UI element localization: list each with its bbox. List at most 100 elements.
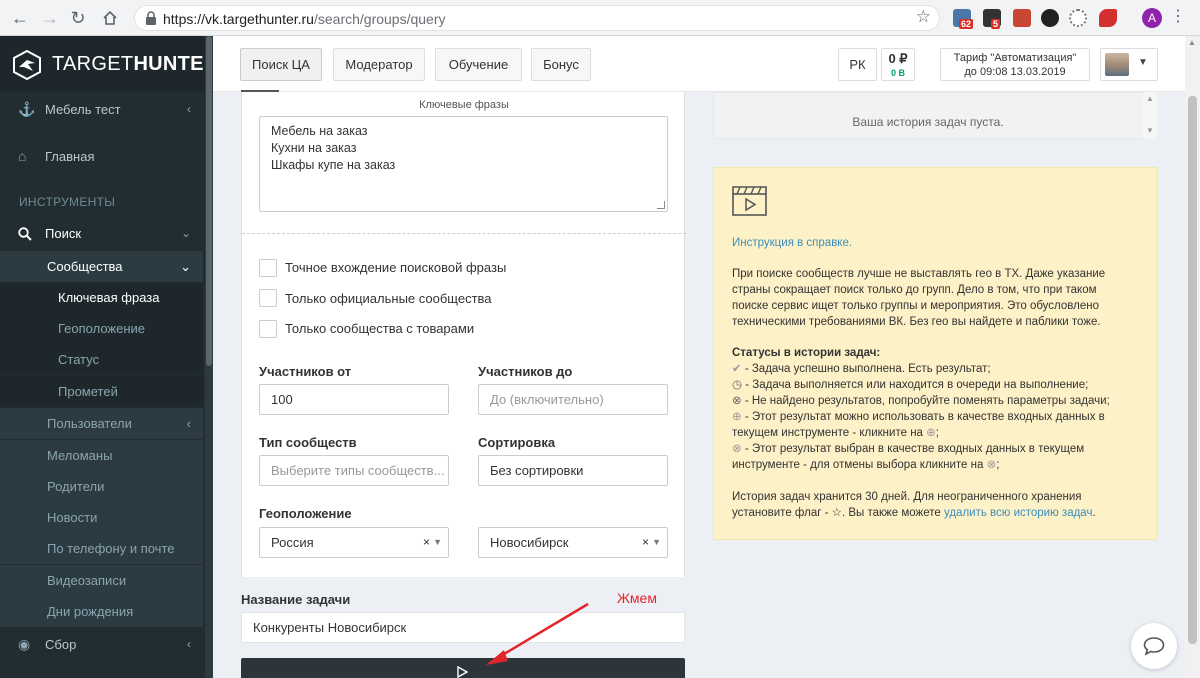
sidebar-subitem-keyword[interactable]: Ключевая фраза bbox=[0, 282, 203, 313]
video-clapper-icon bbox=[732, 186, 767, 216]
tab-bonus[interactable]: Бонус bbox=[531, 48, 591, 81]
reload-icon[interactable]: ↻ bbox=[66, 6, 90, 30]
history-empty-text: Ваша история задач пуста. bbox=[852, 115, 1004, 129]
resize-handle[interactable] bbox=[657, 201, 665, 209]
status-list: ✔ - Задача успешно выполнена. Есть резул… bbox=[732, 363, 1110, 471]
sidebar-subitem-status[interactable]: Статус bbox=[0, 344, 203, 375]
sidebar-item-collect[interactable]: ◉ Сбор ‹ bbox=[0, 629, 203, 660]
community-type-select[interactable]: Выберите типы сообществ... bbox=[259, 455, 449, 486]
chevron-left-icon: ‹ bbox=[186, 416, 191, 431]
clear-icon[interactable]: × bbox=[642, 528, 649, 557]
download-extension-icon[interactable] bbox=[1041, 9, 1059, 27]
members-to-input[interactable]: До (включительно) bbox=[478, 384, 668, 415]
official-only-label[interactable]: Только официальные сообщества bbox=[285, 291, 492, 306]
search-form: Ключевые фразы Мебель на заказ Кухни на … bbox=[241, 92, 686, 577]
sidebar-item-phone-email[interactable]: По телефону и почте bbox=[0, 533, 203, 564]
logo-icon bbox=[13, 50, 41, 80]
home-icon: ⌂ bbox=[18, 148, 27, 164]
members-to-label: Участников до bbox=[478, 364, 573, 379]
url-text: https://vk.targethunter.ru/search/groups… bbox=[163, 11, 446, 27]
rk-button[interactable]: РК bbox=[838, 48, 877, 81]
plus-circle-icon: ⊕ bbox=[732, 411, 742, 423]
members-from-label: Участников от bbox=[259, 364, 352, 379]
caret-down-icon: ▼ bbox=[1138, 57, 1148, 68]
home-icon[interactable] bbox=[98, 6, 122, 30]
anchor-icon: ⚓ bbox=[18, 101, 36, 117]
exact-match-label[interactable]: Точное вхождение поисковой фразы bbox=[285, 260, 506, 275]
chevron-down-icon: ⌄ bbox=[180, 226, 191, 240]
x-circle-icon: ⊗ bbox=[732, 443, 742, 455]
address-bar[interactable]: https://vk.targethunter.ru/search/groups… bbox=[134, 5, 940, 31]
balance-widget[interactable]: 0 ₽ 0 В bbox=[881, 48, 915, 81]
tariff-info[interactable]: Тариф "Автоматизация" до 09:08 13.03.201… bbox=[940, 48, 1090, 81]
star-icon[interactable]: ☆ bbox=[832, 507, 842, 519]
help-link[interactable]: Инструкция в справке. bbox=[732, 237, 852, 249]
statuses-title: Статусы в истории задач: bbox=[732, 347, 881, 359]
info-box: Инструкция в справке. При поиске сообщес… bbox=[713, 167, 1157, 540]
bookmark-star-icon[interactable]: ☆ bbox=[916, 7, 931, 27]
city-select[interactable]: Новосибирск × ▼ bbox=[478, 527, 668, 558]
browser-toolbar: ← → ↻ https://vk.targethunter.ru/search/… bbox=[0, 0, 1200, 36]
sort-select[interactable]: Без сортировки bbox=[478, 455, 668, 486]
user-avatar bbox=[1105, 53, 1129, 76]
run-task-button[interactable] bbox=[241, 658, 685, 678]
official-only-checkbox[interactable] bbox=[259, 289, 277, 307]
sidebar-item-music-lovers[interactable]: Меломаны bbox=[0, 440, 203, 471]
divider bbox=[242, 233, 686, 234]
back-arrow-icon[interactable]: ← bbox=[8, 6, 32, 30]
sidebar-item-project[interactable]: ⚓ Мебель тест ‹ bbox=[0, 94, 203, 125]
geo-tip-text: При поиске сообществ лучше не выставлять… bbox=[732, 268, 1106, 328]
with-goods-checkbox[interactable] bbox=[259, 320, 277, 338]
sidebar-item-news[interactable]: Новости bbox=[0, 502, 203, 533]
sidebar-section-header: ИНСТРУМЕНТЫ bbox=[19, 195, 116, 209]
forward-arrow-icon[interactable]: → bbox=[38, 6, 62, 30]
sidebar-item-birthdays[interactable]: Дни рождения bbox=[0, 596, 203, 627]
pdf-extension-icon[interactable] bbox=[1013, 9, 1031, 27]
chat-bubble-icon bbox=[1143, 637, 1165, 656]
members-from-input[interactable]: 100 bbox=[259, 384, 449, 415]
sidebar-item-users[interactable]: Пользователи ‹ bbox=[0, 408, 203, 439]
top-bar: Поиск ЦА Модератор Обучение Бонус РК 0 ₽… bbox=[213, 36, 1185, 92]
keywords-textarea[interactable]: Мебель на заказ Кухни на заказ Шкафы куп… bbox=[259, 116, 668, 212]
x-circle-icon[interactable]: ⊗ bbox=[987, 459, 997, 471]
plus-circle-icon[interactable]: ⊕ bbox=[926, 427, 936, 439]
sidebar-item-parents[interactable]: Родители bbox=[0, 471, 203, 502]
sidebar-item-communities[interactable]: Сообщества ⌄ bbox=[0, 251, 203, 282]
user-menu[interactable]: ▼ bbox=[1100, 48, 1158, 81]
play-icon bbox=[457, 666, 468, 678]
sidebar-item-home[interactable]: ⌂ Главная bbox=[0, 141, 203, 172]
sidebar: TARGETHUNTER ⚓ Мебель тест ‹ ⌂ Главная И… bbox=[0, 36, 218, 678]
chat-button[interactable] bbox=[1131, 623, 1177, 669]
logo[interactable]: TARGETHUNTER bbox=[0, 36, 218, 92]
with-goods-label[interactable]: Только сообщества с товарами bbox=[285, 321, 474, 336]
task-name-input[interactable]: Конкуренты Новосибирск bbox=[241, 612, 685, 643]
settings-extension-icon[interactable] bbox=[1069, 9, 1087, 27]
chevron-left-icon: ‹ bbox=[187, 637, 191, 651]
check-circle-icon: ✔ bbox=[732, 363, 742, 375]
delete-history-link[interactable]: удалить всю историю задач bbox=[944, 507, 1092, 519]
pepper-extension-icon[interactable] bbox=[1099, 9, 1117, 27]
sidebar-subitem-geo[interactable]: Геоположение bbox=[0, 313, 203, 344]
sort-label: Сортировка bbox=[478, 435, 556, 450]
sidebar-item-search[interactable]: Поиск ⌄ bbox=[0, 218, 203, 249]
sidebar-subitem-prometheus[interactable]: Прометей bbox=[0, 376, 203, 407]
collect-icon: ◉ bbox=[18, 636, 31, 652]
tab-audience-search[interactable]: Поиск ЦА bbox=[240, 48, 322, 81]
tab-training[interactable]: Обучение bbox=[435, 48, 522, 81]
extension-badge: 5 bbox=[991, 19, 1001, 29]
history-scrollbar[interactable]: ▲ ▼ bbox=[1143, 92, 1157, 139]
profile-avatar[interactable]: A bbox=[1142, 8, 1162, 28]
sidebar-item-videos[interactable]: Видеозаписи bbox=[0, 565, 203, 596]
clock-icon: ◷ bbox=[732, 379, 743, 391]
tab-moderator[interactable]: Модератор bbox=[333, 48, 425, 81]
country-select[interactable]: Россия × ▼ bbox=[259, 527, 449, 558]
caret-down-icon: ▼ bbox=[433, 537, 442, 547]
exact-match-checkbox[interactable] bbox=[259, 259, 277, 277]
browser-menu-icon[interactable]: ⋮ bbox=[1170, 6, 1186, 26]
sidebar-scrollbar[interactable] bbox=[205, 36, 213, 678]
clear-icon[interactable]: × bbox=[423, 528, 430, 557]
page-scrollbar[interactable]: ▲ bbox=[1185, 36, 1200, 678]
task-name-label: Название задачи bbox=[241, 592, 351, 607]
community-type-label: Тип сообществ bbox=[259, 435, 357, 450]
chevron-down-icon: ⌄ bbox=[180, 259, 191, 274]
